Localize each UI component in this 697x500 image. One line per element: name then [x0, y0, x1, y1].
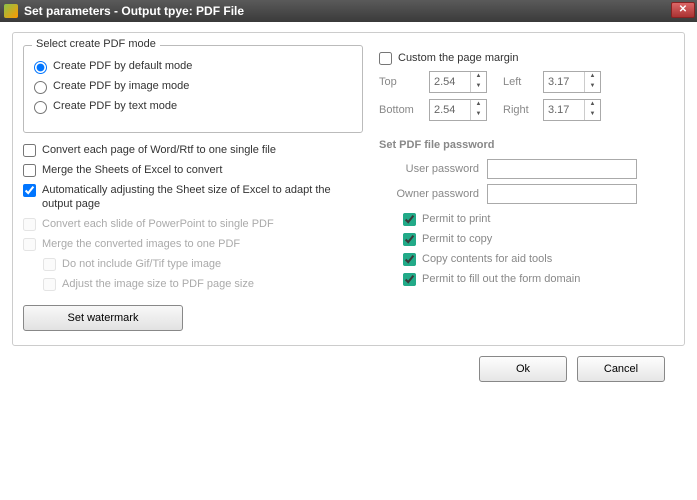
radio-image-label: Create PDF by image mode: [53, 80, 189, 92]
check-convert-ppt-input: [23, 218, 36, 231]
spinner-buttons[interactable]: ▲▼: [470, 72, 486, 92]
radio-default-input[interactable]: [34, 61, 47, 74]
check-merge-images-input: [23, 238, 36, 251]
spinner-buttons[interactable]: ▲▼: [584, 100, 600, 120]
margin-bottom-spinner[interactable]: ▲▼: [429, 99, 487, 121]
permit-form[interactable]: Permit to fill out the form domain: [403, 272, 674, 286]
margin-bottom-label: Bottom: [379, 104, 423, 116]
margin-right-input[interactable]: [544, 102, 584, 118]
permit-form-input[interactable]: [403, 273, 416, 286]
check-convert-ppt: Convert each slide of PowerPoint to sing…: [23, 217, 363, 231]
chevron-up-icon[interactable]: ▲: [471, 100, 486, 110]
title-bar: Set parameters - Output tpye: PDF File ✕: [0, 0, 697, 22]
pdf-mode-group: Select create PDF mode Create PDF by def…: [23, 45, 363, 133]
permit-aid-input[interactable]: [403, 253, 416, 266]
user-password-input[interactable]: [487, 159, 637, 179]
check-merge-images: Merge the converted images to one PDF: [23, 237, 363, 251]
owner-password-row: Owner password: [379, 184, 674, 204]
radio-text-label: Create PDF by text mode: [53, 100, 177, 112]
close-button[interactable]: ✕: [671, 2, 695, 18]
margin-right-label: Right: [503, 104, 537, 116]
permit-print[interactable]: Permit to print: [403, 212, 674, 226]
password-section-title: Set PDF file password: [379, 139, 674, 151]
margin-row-bottom: Bottom ▲▼ Right ▲▼: [379, 99, 674, 121]
radio-image-input[interactable]: [34, 81, 47, 94]
owner-password-label: Owner password: [379, 188, 487, 200]
chevron-up-icon[interactable]: ▲: [585, 72, 600, 82]
margin-left-spinner[interactable]: ▲▼: [543, 71, 601, 93]
permit-copy[interactable]: Permit to copy: [403, 232, 674, 246]
user-password-label: User password: [379, 163, 487, 175]
check-convert-word[interactable]: Convert each page of Word/Rtf to one sin…: [23, 143, 363, 157]
margin-left-label: Left: [503, 76, 537, 88]
chevron-down-icon[interactable]: ▼: [471, 82, 486, 92]
check-adjust-image-size: Adjust the image size to PDF page size: [43, 277, 363, 291]
check-merge-excel[interactable]: Merge the Sheets of Excel to convert: [23, 163, 363, 177]
margin-row-top: Top ▲▼ Left ▲▼: [379, 71, 674, 93]
check-auto-adjust-excel[interactable]: Automatically adjusting the Sheet size o…: [23, 183, 363, 211]
margin-top-spinner[interactable]: ▲▼: [429, 71, 487, 93]
chevron-down-icon[interactable]: ▼: [585, 82, 600, 92]
margin-top-label: Top: [379, 76, 423, 88]
main-panel: Select create PDF mode Create PDF by def…: [12, 32, 685, 346]
dialog-footer: Ok Cancel: [12, 346, 685, 382]
app-icon: [4, 4, 18, 18]
radio-default-label: Create PDF by default mode: [53, 60, 192, 72]
check-auto-adjust-excel-input[interactable]: [23, 184, 36, 197]
chevron-up-icon[interactable]: ▲: [471, 72, 486, 82]
permit-copy-input[interactable]: [403, 233, 416, 246]
group-legend: Select create PDF mode: [32, 38, 160, 50]
user-password-row: User password: [379, 159, 674, 179]
check-custom-margin[interactable]: Custom the page margin: [379, 51, 674, 65]
radio-text-input[interactable]: [34, 101, 47, 114]
owner-password-input[interactable]: [487, 184, 637, 204]
radio-text-mode[interactable]: Create PDF by text mode: [34, 100, 352, 114]
check-exclude-gif: Do not include Gif/Tif type image: [43, 257, 363, 271]
spinner-buttons[interactable]: ▲▼: [470, 100, 486, 120]
radio-default-mode[interactable]: Create PDF by default mode: [34, 60, 352, 74]
set-watermark-button[interactable]: Set watermark: [23, 305, 183, 331]
permit-print-input[interactable]: [403, 213, 416, 226]
margin-right-spinner[interactable]: ▲▼: [543, 99, 601, 121]
spinner-buttons[interactable]: ▲▼: [584, 72, 600, 92]
permit-aid[interactable]: Copy contents for aid tools: [403, 252, 674, 266]
chevron-up-icon[interactable]: ▲: [585, 100, 600, 110]
chevron-down-icon[interactable]: ▼: [471, 110, 486, 120]
check-merge-excel-input[interactable]: [23, 164, 36, 177]
check-custom-margin-input[interactable]: [379, 52, 392, 65]
ok-button[interactable]: Ok: [479, 356, 567, 382]
margin-top-input[interactable]: [430, 74, 470, 90]
check-exclude-gif-input: [43, 258, 56, 271]
cancel-button[interactable]: Cancel: [577, 356, 665, 382]
margin-left-input[interactable]: [544, 74, 584, 90]
window-title: Set parameters - Output tpye: PDF File: [24, 4, 244, 18]
chevron-down-icon[interactable]: ▼: [585, 110, 600, 120]
radio-image-mode[interactable]: Create PDF by image mode: [34, 80, 352, 94]
check-adjust-image-size-input: [43, 278, 56, 291]
margin-bottom-input[interactable]: [430, 102, 470, 118]
check-convert-word-input[interactable]: [23, 144, 36, 157]
